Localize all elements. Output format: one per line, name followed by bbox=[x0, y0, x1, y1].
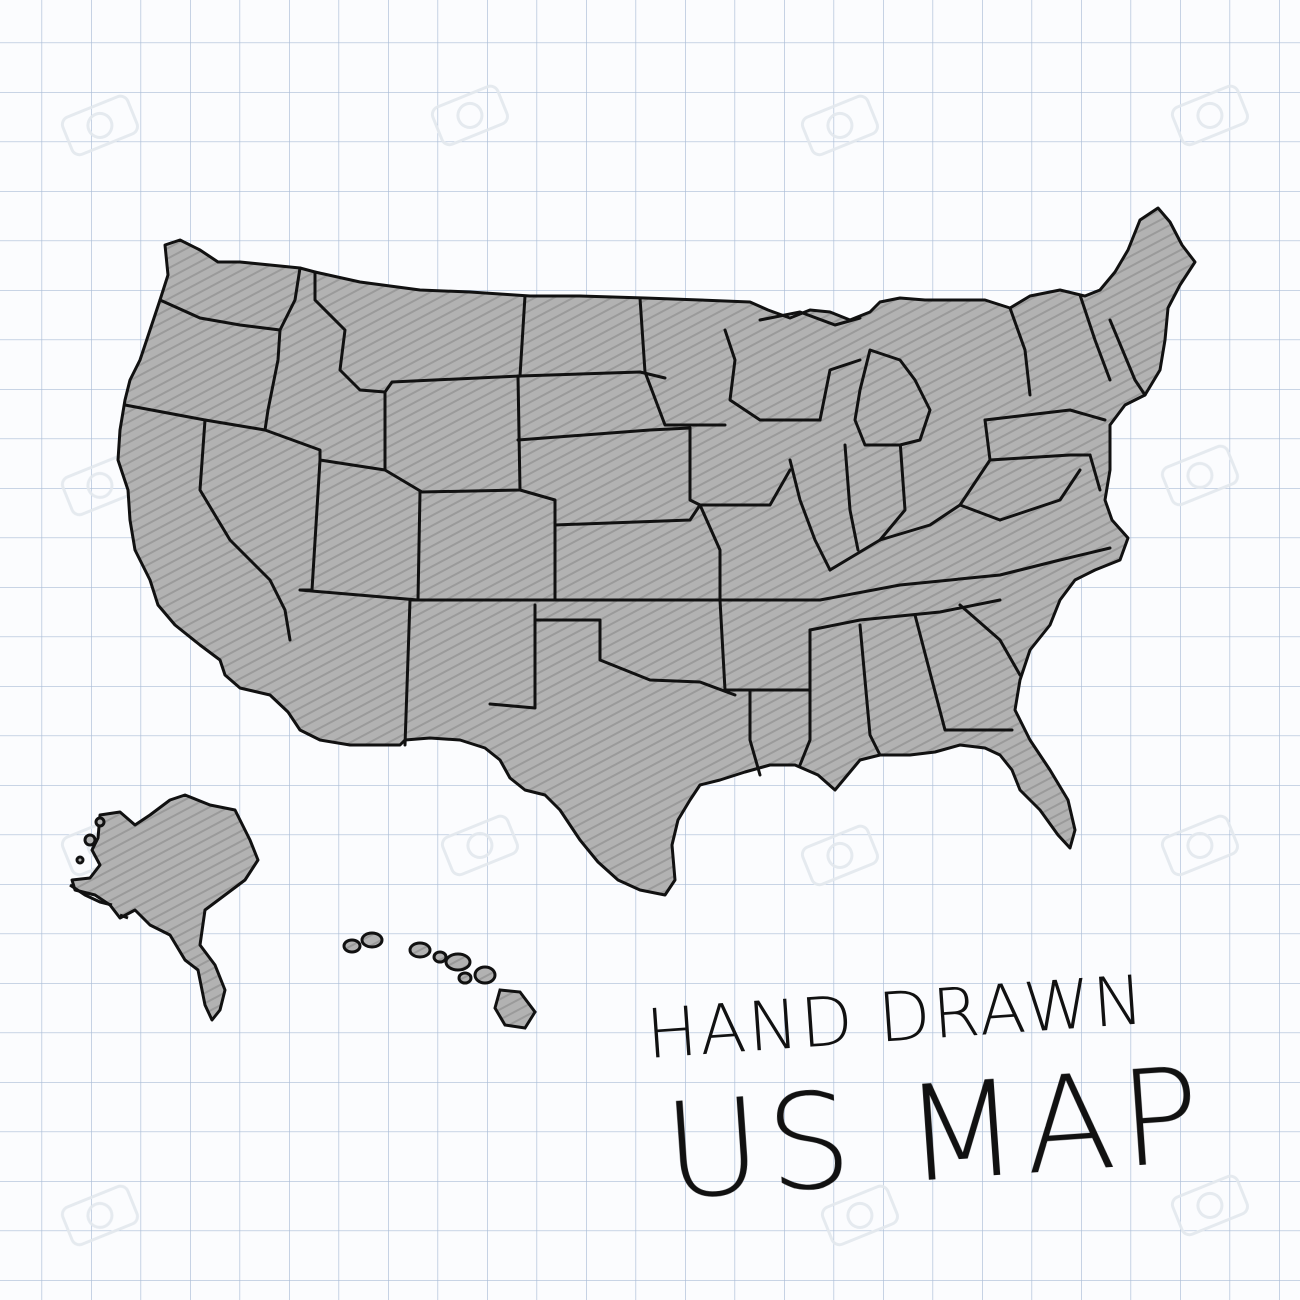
map-svg: HAND DRAWN US MAP bbox=[0, 0, 1300, 1300]
map-canvas: HAND DRAWN US MAP bbox=[0, 0, 1300, 1300]
map-title: HAND DRAWN US MAP bbox=[644, 961, 1211, 1230]
